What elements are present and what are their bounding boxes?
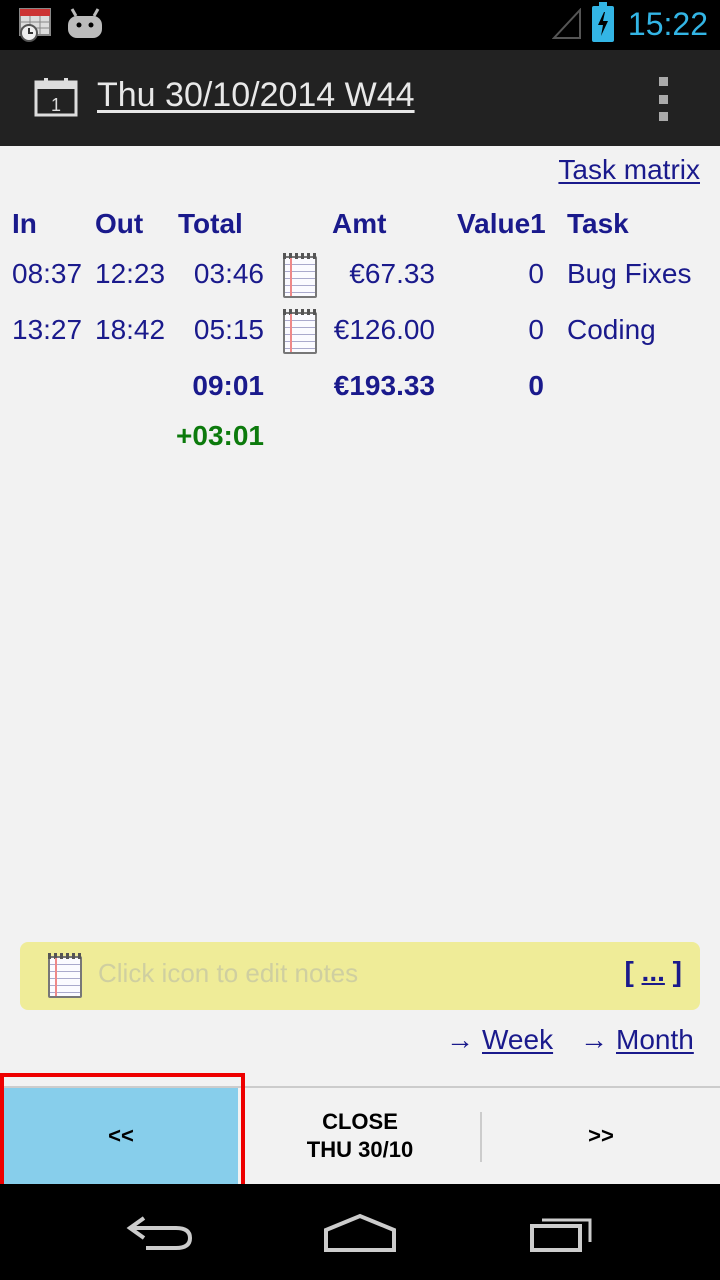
system-nav-bar [0, 1184, 720, 1280]
notes-more-button[interactable]: [ ... ] [624, 956, 682, 988]
close-day-button[interactable]: CLOSE THU 30/10 [240, 1088, 480, 1184]
notes-placeholder: Click icon to edit notes [98, 958, 359, 988]
calendar-icon[interactable]: 1 [34, 77, 78, 117]
android-icon [68, 8, 102, 38]
header-amt: Amt [332, 208, 387, 239]
next-day-button[interactable]: >> [482, 1088, 720, 1184]
cell-total: 03:46 [193, 258, 264, 289]
overtime-value: +03:01 [176, 420, 264, 451]
cell-task[interactable]: Coding [567, 314, 656, 346]
clock-time: 15:22 [627, 6, 708, 42]
recent-apps-icon[interactable] [528, 1212, 596, 1252]
cell-out[interactable]: 12:23 [95, 258, 165, 290]
total-hours: 09:01 [192, 370, 264, 401]
cell-out[interactable]: 18:42 [95, 314, 165, 346]
notes-bar[interactable]: Click icon to edit notes [ ... ] [20, 942, 700, 1010]
cell-in[interactable]: 08:37 [12, 258, 82, 290]
total-value1: 0 [528, 370, 544, 401]
cell-amt: €67.33 [349, 258, 435, 289]
overflow-menu-icon[interactable] [656, 77, 670, 121]
arrow-right-icon: → [446, 1024, 474, 1055]
calendar-alarm-icon [19, 8, 51, 42]
month-link[interactable]: → Month [580, 1024, 694, 1056]
status-bar: 15:22 [0, 0, 720, 50]
header-task: Task [567, 208, 629, 239]
task-matrix-link[interactable]: Task matrix [558, 154, 700, 186]
edit-notes-icon[interactable] [48, 953, 82, 998]
day-view: Task matrix In Out Total Amt Value1 Task… [0, 146, 720, 1086]
notes-icon[interactable] [283, 253, 317, 298]
cell-total: 05:15 [193, 314, 264, 345]
cell-task[interactable]: Bug Fixes [567, 258, 692, 290]
arrow-right-icon: → [580, 1024, 608, 1055]
date-title[interactable]: Thu 30/10/2014 W44 [97, 76, 415, 115]
cell-in[interactable]: 13:27 [12, 314, 82, 346]
previous-day-button[interactable]: << [4, 1088, 238, 1184]
action-bar: 1 Thu 30/10/2014 W44 [0, 50, 720, 146]
cell-value1: 0 [528, 258, 544, 289]
cell-amt: €126.00 [333, 314, 435, 345]
battery-icon [592, 2, 614, 42]
total-amount: €193.33 [333, 370, 435, 401]
header-value1: Value1 [457, 208, 546, 239]
header-out: Out [95, 208, 144, 239]
week-link[interactable]: → Week [446, 1024, 553, 1056]
header-total: Total [178, 208, 243, 239]
cell-value1: 0 [528, 314, 544, 345]
bottom-button-bar: << CLOSE THU 30/10 >> [0, 1086, 720, 1184]
header-in: In [12, 208, 37, 239]
back-icon[interactable] [124, 1212, 196, 1252]
signal-icon [552, 8, 581, 39]
notes-icon[interactable] [283, 309, 317, 354]
home-icon[interactable] [322, 1212, 398, 1252]
svg-text:1: 1 [51, 95, 61, 115]
